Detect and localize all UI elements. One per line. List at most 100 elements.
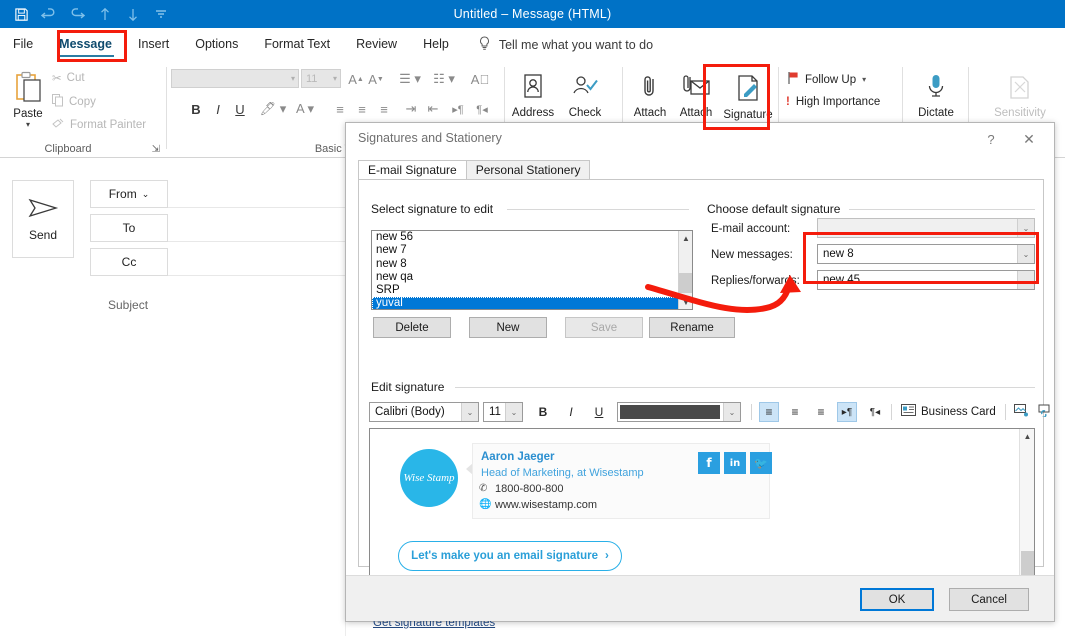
paste-dropdown-icon[interactable]: ▾	[26, 120, 30, 129]
chevron-down-icon[interactable]: ⌄	[723, 403, 740, 421]
from-button[interactable]: From ⌄	[90, 180, 168, 208]
font-name-combo[interactable]: ▾	[171, 69, 299, 88]
signature-font-name-combo[interactable]: Calibri (Body) ⌄	[369, 402, 479, 422]
list-item[interactable]: new 56	[372, 231, 692, 244]
tab-file[interactable]: File	[0, 28, 46, 61]
new-messages-combo[interactable]: new 8 ⌄	[817, 244, 1035, 264]
tab-message[interactable]: Message	[46, 28, 125, 61]
email-account-combo[interactable]: ⌄	[817, 218, 1035, 238]
undo-icon[interactable]	[36, 2, 62, 26]
chevron-down-icon[interactable]: ⌄	[1017, 271, 1034, 289]
numbering-icon[interactable]: ☷ ▾	[429, 69, 459, 89]
signature-font-color-combo[interactable]: ⌄	[617, 402, 741, 422]
left-to-right-text-icon[interactable]: ▸¶	[447, 99, 469, 119]
bold-icon[interactable]: B	[189, 99, 203, 119]
facebook-icon[interactable]: f	[698, 452, 720, 474]
cc-button[interactable]: Cc	[90, 248, 168, 276]
chevron-down-icon[interactable]: ⌄	[1017, 245, 1034, 263]
signature-align-center-button[interactable]: ≡	[785, 402, 805, 422]
delete-button[interactable]: Delete	[373, 317, 451, 338]
italic-icon[interactable]: I	[211, 99, 225, 119]
underline-icon[interactable]: U	[233, 99, 247, 119]
send-button[interactable]: Send	[12, 180, 74, 258]
font-size-combo[interactable]: 11 ▾	[301, 69, 341, 88]
ok-button[interactable]: OK	[860, 588, 934, 611]
chevron-down-icon[interactable]: ⌄	[461, 403, 478, 421]
font-color-icon[interactable]: A ▾	[291, 99, 319, 119]
close-icon[interactable]: ✕	[1016, 129, 1042, 149]
help-icon[interactable]: ?	[980, 129, 1002, 149]
save-icon[interactable]	[8, 2, 34, 26]
new-button[interactable]: New	[469, 317, 547, 338]
paste-button[interactable]: Paste ▾	[6, 67, 50, 139]
tab-personal-stationery[interactable]: Personal Stationery	[465, 160, 591, 180]
replies-forwards-label: Replies/forwards:	[711, 275, 800, 287]
tab-format-text[interactable]: Format Text	[251, 28, 343, 61]
decrease-indent-icon[interactable]: ⇥	[401, 99, 421, 119]
list-item[interactable]: SRP	[372, 284, 692, 297]
tab-insert[interactable]: Insert	[125, 28, 182, 61]
text-highlight-color-icon[interactable]: 🖊 ▾	[259, 99, 287, 119]
align-right-icon[interactable]: ≡	[375, 99, 393, 119]
tab-email-signature-label: E-mail Signature	[368, 163, 457, 177]
insert-hyperlink-button[interactable]	[1035, 402, 1055, 422]
list-item[interactable]: new 7	[372, 244, 692, 257]
list-item[interactable]: new 8	[372, 258, 692, 271]
next-item-icon[interactable]	[120, 2, 146, 26]
chevron-down-icon[interactable]: ▾	[862, 75, 866, 84]
scrollbar-thumb[interactable]	[1021, 551, 1034, 575]
to-field[interactable]	[168, 241, 348, 242]
list-item-selected[interactable]: yuval	[372, 297, 692, 309]
signature-ltr-button[interactable]: ▸¶	[837, 402, 857, 422]
tell-me-search[interactable]: Tell me what you want to do	[478, 35, 653, 54]
increase-font-size-icon[interactable]: A ▲	[347, 69, 365, 89]
increase-indent-icon[interactable]: ⇤	[423, 99, 443, 119]
follow-up-button[interactable]: Follow Up ▾	[786, 71, 866, 88]
align-left-icon: ≡	[765, 405, 773, 419]
insert-picture-button[interactable]	[1011, 402, 1031, 422]
twitter-glyph: 🐦	[754, 456, 768, 470]
align-center-icon[interactable]: ≡	[353, 99, 371, 119]
tab-email-signature[interactable]: E-mail Signature	[358, 160, 467, 180]
tab-review[interactable]: Review	[343, 28, 410, 61]
business-card-button[interactable]: Business Card	[901, 404, 996, 419]
signature-label: Signature	[723, 109, 773, 121]
cancel-button[interactable]: Cancel	[949, 588, 1029, 611]
align-left-icon[interactable]: ≡	[331, 99, 349, 119]
signature-font-size-combo[interactable]: 11 ⌄	[483, 402, 523, 422]
previous-item-icon[interactable]	[92, 2, 118, 26]
list-item[interactable]: new qa	[372, 271, 692, 284]
replies-forwards-combo[interactable]: new 45 ⌄	[817, 270, 1035, 290]
signature-bold-button[interactable]: B	[533, 402, 553, 422]
linkedin-icon[interactable]: in	[724, 452, 746, 474]
signature-list[interactable]: new 56 new 7 new 8 new qa SRP yuval ▲ ▼	[371, 230, 693, 310]
tab-help[interactable]: Help	[410, 28, 462, 61]
tab-options[interactable]: Options	[182, 28, 251, 61]
decrease-font-size-icon[interactable]: A ▼	[367, 69, 385, 89]
high-importance-button[interactable]: ! High Importance	[786, 96, 880, 108]
scroll-down-icon[interactable]: ▼	[679, 295, 692, 309]
clear-formatting-icon[interactable]: A⃠	[469, 69, 491, 89]
redo-icon[interactable]	[64, 2, 90, 26]
signature-align-left-button[interactable]: ≡	[759, 402, 779, 422]
twitter-icon[interactable]: 🐦	[750, 452, 772, 474]
signature-rtl-button[interactable]: ¶◂	[865, 402, 885, 422]
cc-field[interactable]	[168, 275, 348, 276]
chevron-down-icon[interactable]: ⌄	[1017, 219, 1034, 237]
to-button[interactable]: To	[90, 214, 168, 242]
signature-align-right-button[interactable]: ≡	[811, 402, 831, 422]
scroll-up-icon[interactable]: ▲	[1020, 429, 1034, 443]
make-signature-cta-button[interactable]: Let's make you an email signature ›	[398, 541, 622, 571]
signature-underline-button[interactable]: U	[589, 402, 609, 422]
signature-list-scrollbar[interactable]: ▲ ▼	[678, 231, 692, 309]
from-field[interactable]	[168, 207, 348, 208]
bullets-icon[interactable]: ☰ ▾	[395, 69, 425, 89]
customize-quick-access-toolbar-icon[interactable]	[148, 2, 174, 26]
scrollbar-thumb[interactable]	[679, 273, 692, 293]
signature-italic-button[interactable]: I	[561, 402, 581, 422]
chevron-down-icon[interactable]: ⌄	[505, 403, 522, 421]
scroll-up-icon[interactable]: ▲	[679, 231, 692, 245]
right-to-left-text-icon[interactable]: ¶◂	[471, 99, 493, 119]
rename-button[interactable]: Rename	[649, 317, 735, 338]
clipboard-dialog-launcher-icon[interactable]: ⇲	[152, 144, 160, 155]
